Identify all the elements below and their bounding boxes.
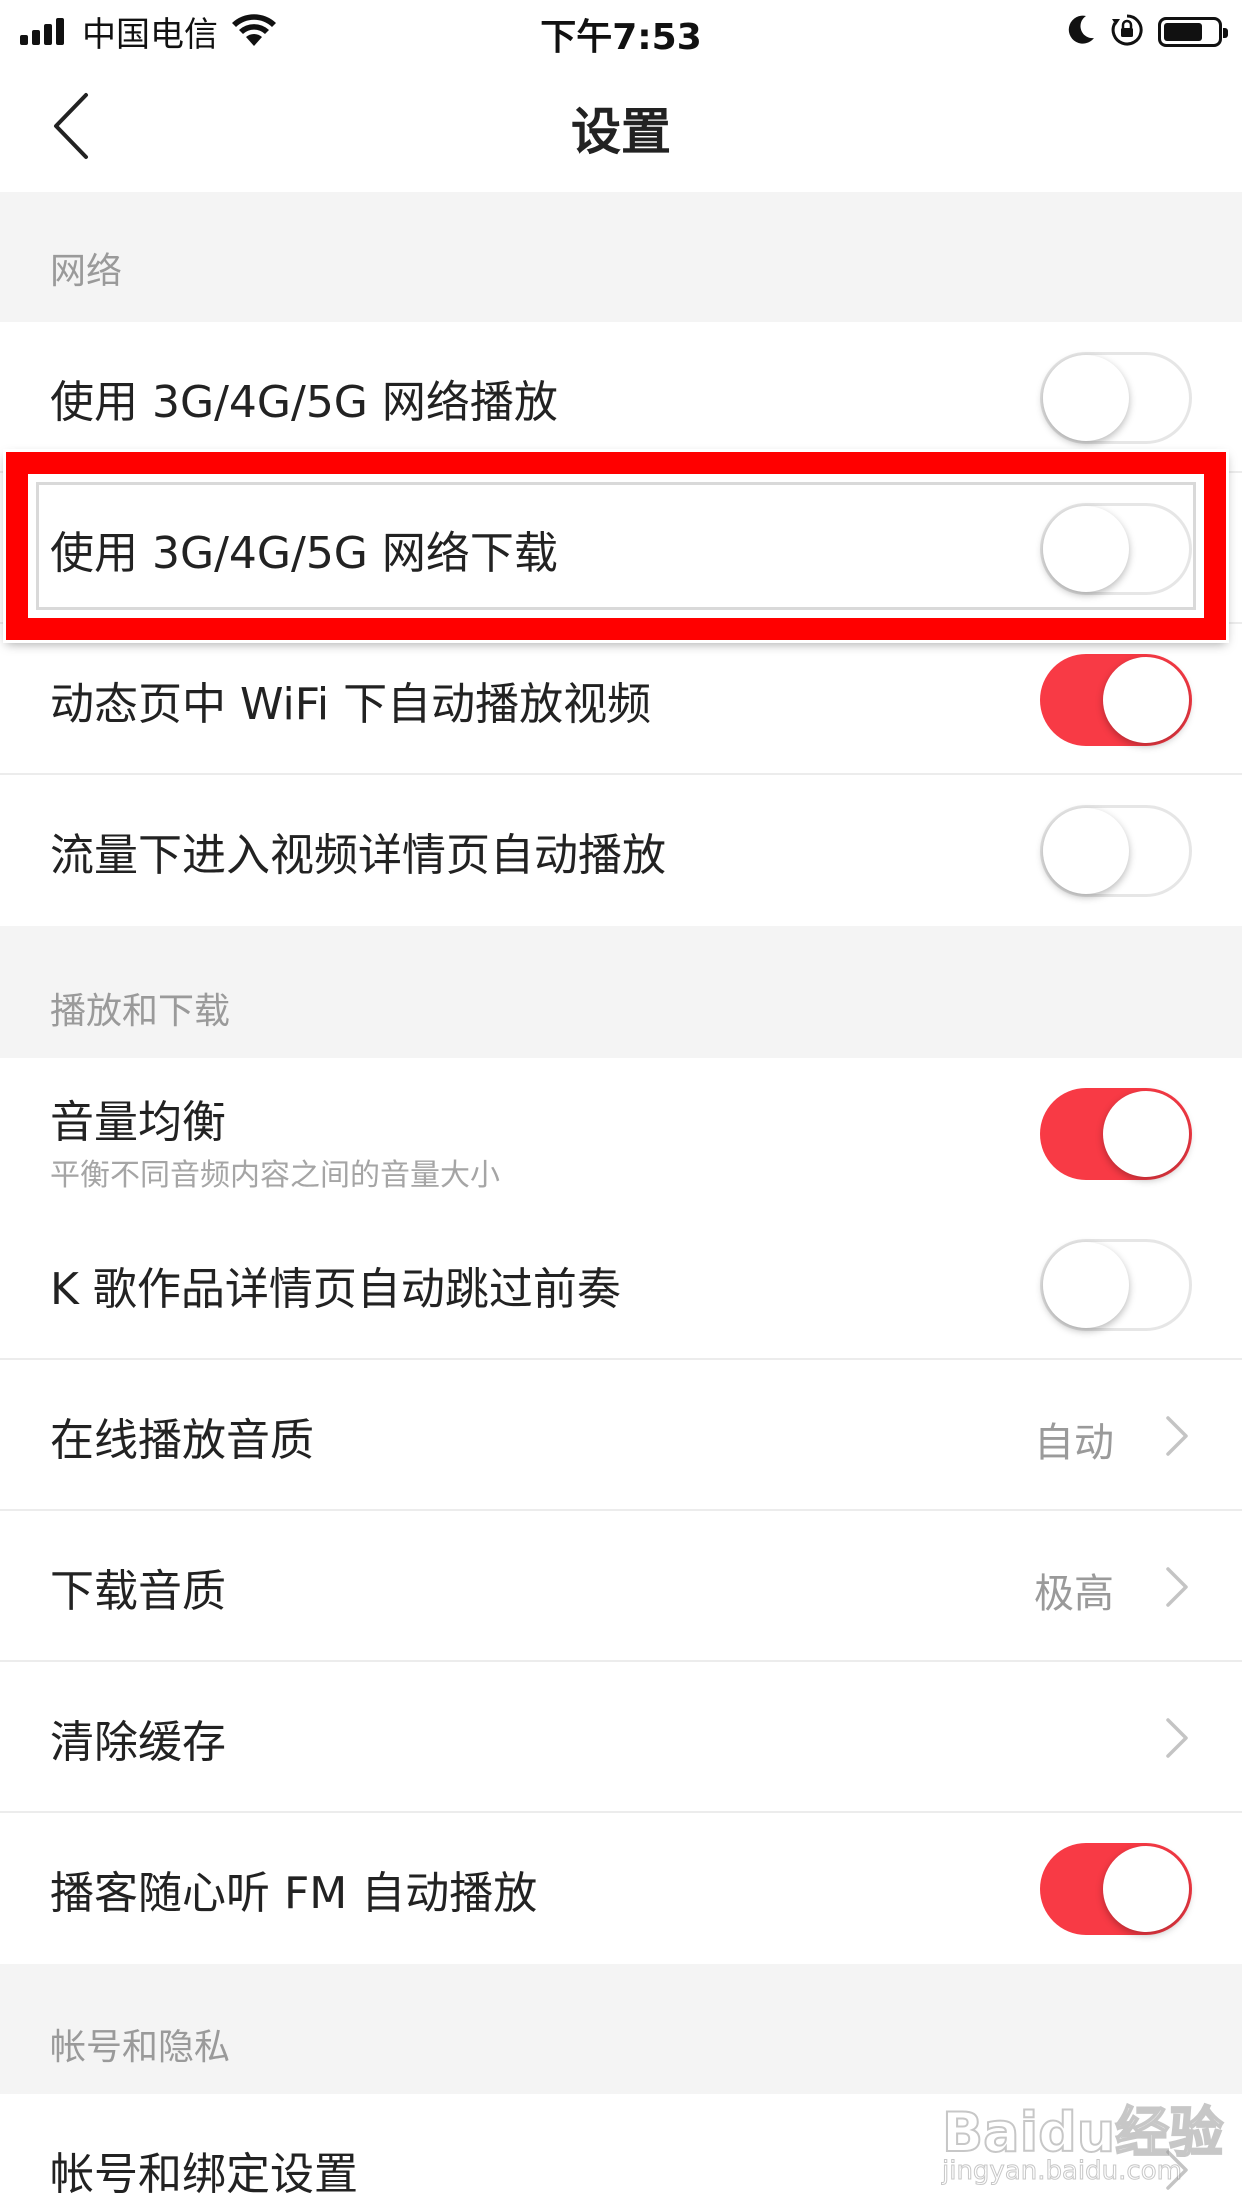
toggle-switch[interactable] [1040,1239,1192,1331]
setting-row-account-binding[interactable]: 帐号和绑定设置 [0,2094,1242,2208]
toggle-switch[interactable] [1040,654,1192,746]
setting-title: 音量均衡 [50,1097,226,1148]
setting-title: 帐号和绑定设置 [50,2149,358,2200]
toggle-switch[interactable] [1040,352,1192,444]
setting-row-online-quality[interactable]: 在线播放音质 自动 [0,1360,1242,1511]
status-bar: 中国电信 下午7:53 [0,0,1242,60]
setting-title: 动态页中 WiFi 下自动播放视频 [50,679,652,730]
chevron-right-icon [1166,1718,1188,1758]
setting-row-mobile-download[interactable]: 使用 3G/4G/5G 网络下载 [0,473,1242,624]
setting-title: 使用 3G/4G/5G 网络播放 [50,377,558,428]
page-title: 设置 [571,103,671,161]
chevron-right-icon [1166,1567,1188,1607]
setting-value: 极高 [1034,1571,1114,1617]
battery-icon [1158,17,1228,47]
setting-title: 下载音质 [50,1566,226,1617]
toggle-knob [1043,506,1129,592]
toggle-knob [1103,657,1189,743]
toggle-knob [1043,355,1129,441]
setting-row-wifi-autoplay[interactable]: 动态页中 WiFi 下自动播放视频 [0,624,1242,775]
chevron-right-icon [1166,2150,1188,2190]
setting-row-clear-cache[interactable]: 清除缓存 [0,1662,1242,1813]
setting-row-podcast-fm-autoplay[interactable]: 播客随心听 FM 自动播放 [0,1813,1242,1964]
section-header-playback: 播放和下载 [0,926,1242,1058]
section-header-account: 帐号和隐私 [0,1964,1242,2094]
rotation-lock-icon [1110,13,1144,51]
toggle-knob [1103,1846,1189,1932]
moon-icon [1066,14,1096,50]
toggle-knob [1043,1242,1129,1328]
toggle-knob [1103,1091,1189,1177]
setting-value: 自动 [1034,1420,1114,1466]
toggle-knob [1043,808,1129,894]
setting-title: 播客随心听 FM 自动播放 [50,1868,538,1919]
setting-title: 流量下进入视频详情页自动播放 [50,830,666,881]
setting-row-mobile-play[interactable]: 使用 3G/4G/5G 网络播放 [0,322,1242,473]
setting-row-karaoke-skip-intro[interactable]: K 歌作品详情页自动跳过前奏 [0,1209,1242,1360]
setting-title: K 歌作品详情页自动跳过前奏 [50,1264,621,1315]
setting-title: 在线播放音质 [50,1415,314,1466]
setting-title: 清除缓存 [50,1717,226,1768]
section-header-label: 帐号和隐私 [50,2027,231,2068]
section-header-network: 网络 [0,192,1242,322]
setting-row-download-quality[interactable]: 下载音质 极高 [0,1511,1242,1662]
section-header-label: 播放和下载 [50,991,231,1032]
status-right [1052,10,1228,54]
setting-row-volume-balance[interactable]: 音量均衡 平衡不同音频内容之间的音量大小 [0,1058,1242,1209]
toggle-switch[interactable] [1040,1088,1192,1180]
section-header-label: 网络 [50,251,123,292]
navigation-bar: 设置 [0,60,1242,192]
toggle-switch[interactable] [1040,805,1192,897]
setting-subtitle: 平衡不同音频内容之间的音量大小 [50,1158,500,1193]
toggle-switch[interactable] [1040,1843,1192,1935]
chevron-right-icon [1166,1416,1188,1456]
toggle-switch[interactable] [1040,503,1192,595]
setting-row-data-video-autoplay[interactable]: 流量下进入视频详情页自动播放 [0,775,1242,926]
setting-title: 使用 3G/4G/5G 网络下载 [50,528,558,579]
